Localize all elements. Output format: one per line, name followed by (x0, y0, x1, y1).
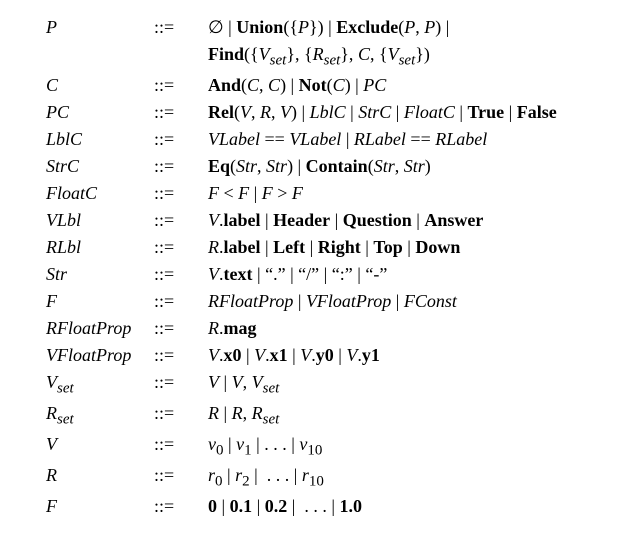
nonterminal: Vset (46, 369, 154, 400)
nonterminal: StrC (46, 153, 154, 180)
grammar-row: Vset::=V | V, Vset (46, 369, 616, 400)
grammar-body: P::=∅ | Union({P}) | Exclude(P, P) |Find… (46, 14, 616, 520)
production-rhs: R.label | Left | Right | Top | Down (208, 234, 616, 261)
production-rhs: Rel(V, R, V) | LblC | StrC | FloatC | Tr… (208, 99, 616, 126)
nonterminal: PC (46, 99, 154, 126)
grammar-row: FloatC::=F < F | F > F (46, 180, 616, 207)
nonterminal: R (46, 462, 154, 493)
production-rhs: Find({Vset}, {Rset}, C, {Vset}) (208, 41, 616, 72)
production-rhs: And(C, C) | Not(C) | PC (208, 72, 616, 99)
page: P::=∅ | Union({P}) | Exclude(P, P) |Find… (0, 0, 640, 536)
nonterminal (46, 41, 154, 72)
nonterminal: RFloatProp (46, 315, 154, 342)
nonterminal: F (46, 288, 154, 315)
grammar-row: F::=RFloatProp | VFloatProp | FConst (46, 288, 616, 315)
defines-symbol: ::= (154, 99, 208, 126)
defines-symbol: ::= (154, 288, 208, 315)
defines-symbol: ::= (154, 14, 208, 41)
defines-symbol: ::= (154, 315, 208, 342)
defines-symbol: ::= (154, 153, 208, 180)
nonterminal: C (46, 72, 154, 99)
production-rhs: R.mag (208, 315, 616, 342)
defines-symbol: ::= (154, 369, 208, 400)
grammar-row: R::=r0 | r2 | . . . | r10 (46, 462, 616, 493)
grammar-row: PC::=Rel(V, R, V) | LblC | StrC | FloatC… (46, 99, 616, 126)
nonterminal: VFloatProp (46, 342, 154, 369)
production-rhs: R | R, Rset (208, 400, 616, 431)
production-rhs: v0 | v1 | . . . | v10 (208, 431, 616, 462)
defines-symbol: ::= (154, 493, 208, 520)
grammar-row: VLbl::=V.label | Header | Question | Ans… (46, 207, 616, 234)
production-rhs: V | V, Vset (208, 369, 616, 400)
grammar-row: V::=v0 | v1 | . . . | v10 (46, 431, 616, 462)
production-rhs: r0 | r2 | . . . | r10 (208, 462, 616, 493)
production-rhs: RFloatProp | VFloatProp | FConst (208, 288, 616, 315)
production-rhs: F < F | F > F (208, 180, 616, 207)
grammar-row: Str::=V.text | “.” | “/” | “:” | “-” (46, 261, 616, 288)
defines-symbol: ::= (154, 462, 208, 493)
nonterminal: Rset (46, 400, 154, 431)
nonterminal: LblC (46, 126, 154, 153)
production-rhs: Eq(Str, Str) | Contain(Str, Str) (208, 153, 616, 180)
grammar-row: Rset::=R | R, Rset (46, 400, 616, 431)
defines-symbol: ::= (154, 180, 208, 207)
nonterminal: Str (46, 261, 154, 288)
grammar-table: P::=∅ | Union({P}) | Exclude(P, P) |Find… (46, 14, 616, 520)
nonterminal: F (46, 493, 154, 520)
nonterminal: FloatC (46, 180, 154, 207)
defines-symbol: ::= (154, 207, 208, 234)
grammar-row: P::=∅ | Union({P}) | Exclude(P, P) | (46, 14, 616, 41)
grammar-row: RFloatProp::=R.mag (46, 315, 616, 342)
grammar-row: F::=0 | 0.1 | 0.2 | . . . | 1.0 (46, 493, 616, 520)
defines-symbol: ::= (154, 72, 208, 99)
defines-symbol: ::= (154, 400, 208, 431)
production-rhs: V.label | Header | Question | Answer (208, 207, 616, 234)
defines-symbol: ::= (154, 431, 208, 462)
nonterminal: V (46, 431, 154, 462)
production-rhs: 0 | 0.1 | 0.2 | . . . | 1.0 (208, 493, 616, 520)
grammar-row: C::=And(C, C) | Not(C) | PC (46, 72, 616, 99)
defines-symbol: ::= (154, 126, 208, 153)
production-rhs: VLabel == VLabel | RLabel == RLabel (208, 126, 616, 153)
nonterminal: RLbl (46, 234, 154, 261)
defines-symbol (154, 41, 208, 72)
nonterminal: P (46, 14, 154, 41)
grammar-row: StrC::=Eq(Str, Str) | Contain(Str, Str) (46, 153, 616, 180)
grammar-row: VFloatProp::=V.x0 | V.x1 | V.y0 | V.y1 (46, 342, 616, 369)
defines-symbol: ::= (154, 234, 208, 261)
defines-symbol: ::= (154, 261, 208, 288)
production-rhs: V.text | “.” | “/” | “:” | “-” (208, 261, 616, 288)
nonterminal: VLbl (46, 207, 154, 234)
production-rhs: V.x0 | V.x1 | V.y0 | V.y1 (208, 342, 616, 369)
defines-symbol: ::= (154, 342, 208, 369)
grammar-row: Find({Vset}, {Rset}, C, {Vset}) (46, 41, 616, 72)
grammar-row: LblC::=VLabel == VLabel | RLabel == RLab… (46, 126, 616, 153)
production-rhs: ∅ | Union({P}) | Exclude(P, P) | (208, 14, 616, 41)
grammar-row: RLbl::=R.label | Left | Right | Top | Do… (46, 234, 616, 261)
